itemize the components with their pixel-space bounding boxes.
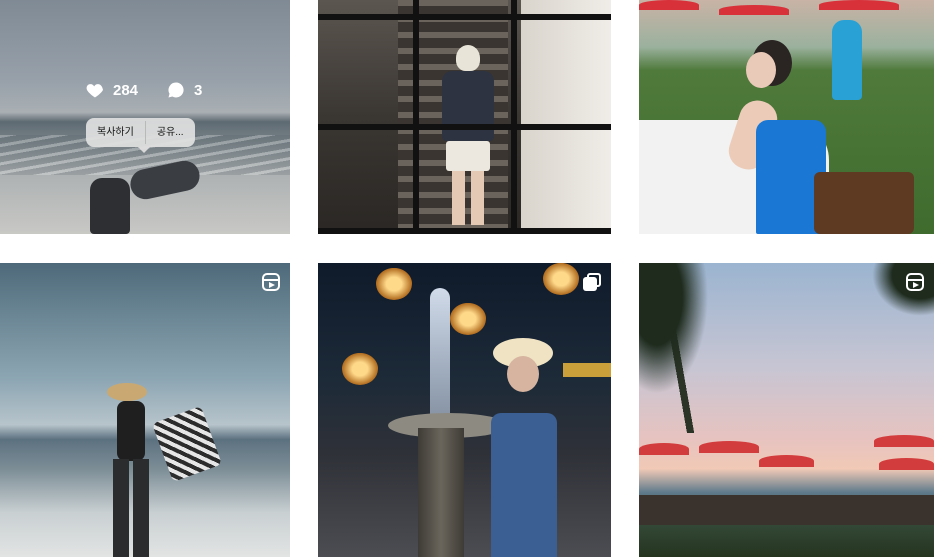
post-grid: 284 3 복사하기 공유... [0, 0, 934, 557]
post-tile-1[interactable]: 284 3 복사하기 공유... [0, 0, 290, 234]
post-image-staircase [318, 0, 611, 234]
post-image-sunset-umbrellas [639, 263, 934, 557]
like-count: 284 [85, 80, 138, 100]
comment-count: 3 [166, 80, 202, 100]
post-image-beach-cloudy [0, 0, 290, 234]
post-tile-5[interactable] [318, 263, 611, 557]
heart-icon [86, 84, 103, 98]
carousel-icon [583, 273, 601, 291]
comment-icon [168, 82, 184, 98]
reel-icon [906, 273, 924, 291]
reel-icon [262, 273, 280, 291]
post-image-beach-restaurant [639, 0, 934, 234]
post-tile-6[interactable] [639, 263, 934, 557]
post-image-fountain-night [318, 263, 611, 557]
post-image-beach-woman-hat [0, 263, 290, 557]
context-menu: 복사하기 공유... [86, 118, 195, 153]
like-count-value: 284 [113, 81, 139, 99]
post-tile-2[interactable] [318, 0, 611, 234]
copy-menu-item[interactable]: 복사하기 [86, 118, 145, 147]
post-tile-3[interactable] [639, 0, 934, 234]
comment-count-value: 3 [194, 81, 203, 99]
hover-stats: 284 3 [85, 80, 202, 100]
post-tile-4[interactable] [0, 263, 290, 557]
share-menu-item[interactable]: 공유... [146, 118, 195, 147]
